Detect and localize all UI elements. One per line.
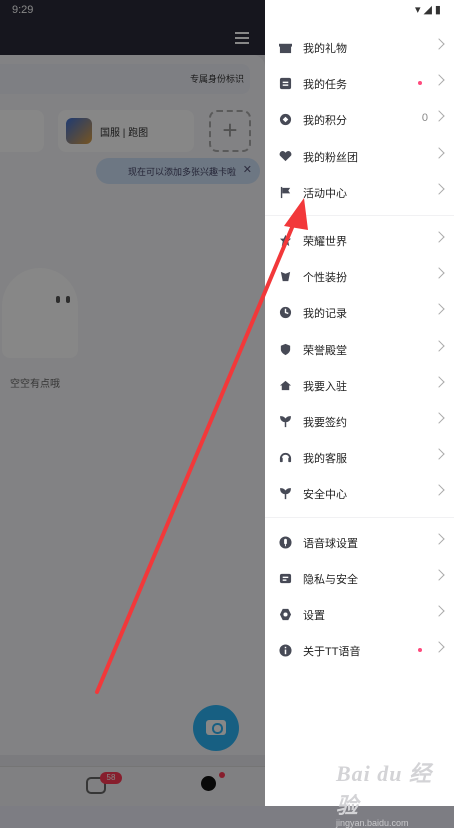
menu-item-label: 我要入驻 xyxy=(303,380,347,393)
chevron-right-icon xyxy=(433,303,445,316)
watermark-main: Bai du 经验 xyxy=(336,761,433,818)
points-count: 0 xyxy=(421,112,428,125)
chevron-right-icon xyxy=(433,569,445,581)
chevron-right-icon xyxy=(433,74,445,86)
chevron-right-icon xyxy=(433,448,445,460)
menu-group-separator xyxy=(265,516,454,518)
drawer-scrim[interactable] xyxy=(0,0,265,806)
chevron-right-icon xyxy=(433,412,445,424)
menu-item-label: 我的记录 xyxy=(303,308,347,321)
menu-item-label: 我的任务 xyxy=(303,79,347,92)
chevron-right-icon xyxy=(433,641,445,653)
sign-icon xyxy=(279,415,292,428)
gear-icon xyxy=(279,608,292,621)
chevron-right-icon xyxy=(433,183,445,195)
chevron-right-icon xyxy=(433,267,445,279)
menu-item-flag[interactable]: 活动中心 xyxy=(265,175,454,211)
mic-icon xyxy=(279,536,292,549)
system-status-icons: ▾◢▮ xyxy=(414,4,444,16)
glory-world-icon xyxy=(279,234,292,247)
notification-dot xyxy=(418,648,422,653)
chevron-right-icon xyxy=(433,532,445,545)
privacy-icon xyxy=(279,572,292,585)
menu-item-honor-hall[interactable]: 荣誉殿堂 xyxy=(265,332,454,368)
info-icon xyxy=(279,644,292,657)
menu-item-label: 我的礼物 xyxy=(303,43,347,55)
menu-item-fan-club[interactable]: 我的粉丝团 xyxy=(265,139,454,175)
menu-item-sign[interactable]: 我要签约 xyxy=(265,404,454,440)
menu-item-gift[interactable]: 我的礼物 xyxy=(265,30,454,66)
menu-group-separator xyxy=(265,215,454,216)
menu-item-house[interactable]: 我要入驻 xyxy=(265,368,454,404)
chevron-right-icon xyxy=(433,231,445,243)
menu-item-label: 我要签约 xyxy=(303,417,347,429)
house-icon xyxy=(279,379,292,392)
task-icon xyxy=(279,77,292,90)
chevron-right-icon xyxy=(433,339,445,352)
chevron-right-icon xyxy=(433,38,445,50)
chevron-right-icon xyxy=(433,146,445,159)
menu-item-label: 安全中心 xyxy=(303,489,347,502)
menu-item-gear[interactable]: 设置 xyxy=(265,597,454,633)
menu-item-glory-world[interactable]: 荣耀世界 xyxy=(265,223,454,259)
menu-item-label: 我的粉丝团 xyxy=(303,151,358,164)
chevron-right-icon xyxy=(433,376,445,388)
menu-item-label: 我的积分 xyxy=(303,115,347,128)
menu-item-service[interactable]: 我的客服 xyxy=(265,440,454,476)
menu-item-label: 荣耀世界 xyxy=(303,236,347,248)
service-icon xyxy=(279,451,292,464)
menu-item-label: 荣誉殿堂 xyxy=(303,344,347,357)
baidu-watermark: Bai du 经验 jingyan.baidu.com xyxy=(336,756,446,828)
notification-dot xyxy=(418,81,422,86)
menu-item-label: 隐私与安全 xyxy=(303,573,358,586)
menu-item-task[interactable]: 我的任务 xyxy=(265,66,454,102)
honor-hall-icon xyxy=(279,343,292,356)
chevron-right-icon xyxy=(433,605,445,617)
menu-item-label: 设置 xyxy=(303,610,325,622)
record-icon xyxy=(279,306,292,319)
side-drawer: ▾◢▮ 我的礼物我的任务我的积分 0 我的粉丝团活动中心荣耀世界个性装扮我的记录荣誉… xyxy=(265,0,454,806)
menu-item-label: 活动中心 xyxy=(303,187,347,200)
menu-item-points[interactable]: 我的积分 0 xyxy=(265,102,454,138)
gift-icon xyxy=(279,41,292,54)
chevron-right-icon xyxy=(433,484,445,497)
chevron-right-icon xyxy=(433,110,445,123)
menu-item-dress-up[interactable]: 个性装扮 xyxy=(265,259,454,295)
points-icon xyxy=(279,113,292,126)
menu-item-label: 关于TT语音 xyxy=(303,646,361,659)
dress-up-icon xyxy=(279,270,292,283)
flag-icon xyxy=(279,186,292,199)
menu-item-privacy[interactable]: 隐私与安全 xyxy=(265,561,454,597)
security-icon xyxy=(279,487,292,500)
menu-item-record[interactable]: 我的记录 xyxy=(265,295,454,331)
fan-club-icon xyxy=(279,150,292,163)
menu-item-info[interactable]: 关于TT语音 xyxy=(265,633,454,669)
watermark-sub: jingyan.baidu.com xyxy=(336,818,409,828)
menu-item-label: 语音球设置 xyxy=(303,537,358,550)
menu-item-label: 个性装扮 xyxy=(303,272,347,285)
menu-item-security[interactable]: 安全中心 xyxy=(265,476,454,512)
menu-item-mic[interactable]: 语音球设置 xyxy=(265,525,454,561)
menu-item-label: 我的客服 xyxy=(303,453,347,466)
